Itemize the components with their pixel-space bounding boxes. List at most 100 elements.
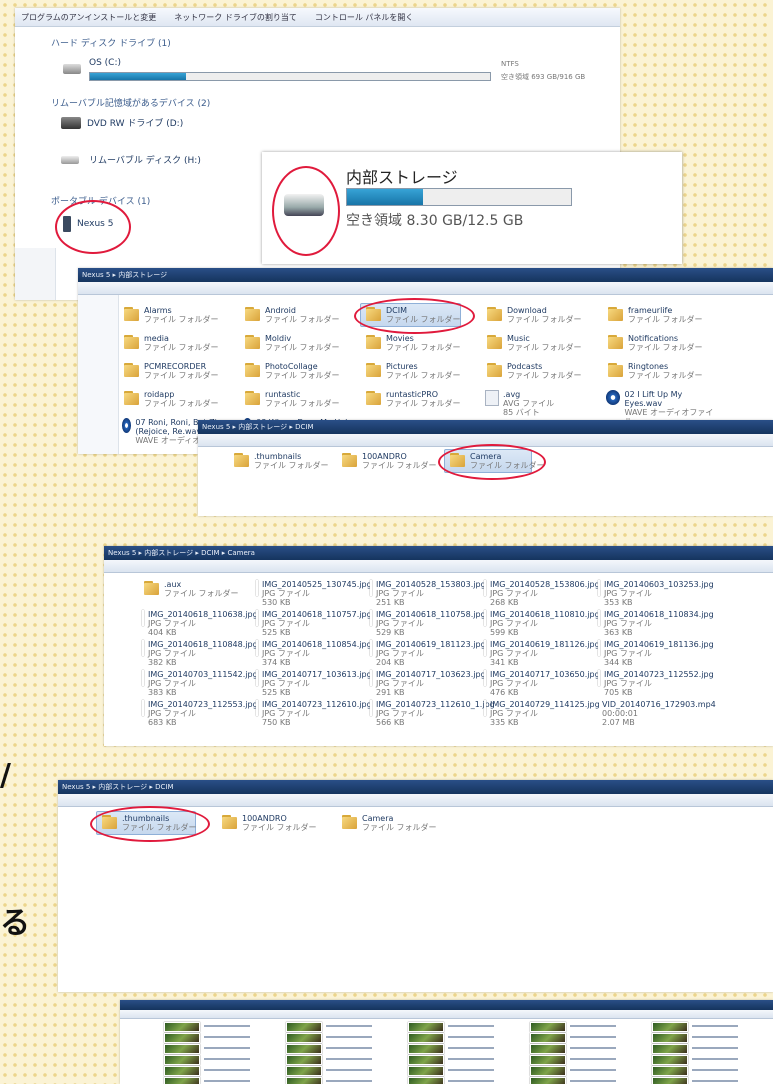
breadcrumb-item[interactable]: DCIM bbox=[201, 549, 219, 557]
thumbnail-icon bbox=[408, 1077, 444, 1084]
folder-item[interactable]: Camera ファイル フォルダー bbox=[340, 814, 452, 832]
item-name: IMG_20140717_103613.jpg bbox=[262, 670, 372, 679]
breadcrumb-item[interactable]: 内部ストレージ bbox=[118, 271, 167, 279]
folder-item[interactable]: 100ANDRO ファイル フォルダー bbox=[220, 814, 332, 832]
thumbnail-icon bbox=[164, 1055, 200, 1065]
portable-group-header[interactable]: ポータブル デバイス (1) bbox=[51, 194, 150, 207]
file-item[interactable]: IMG_20140528_153806.jpg JPG ファイル 268 KB bbox=[484, 580, 600, 607]
file-item[interactable]: IMG_20140618_110758.jpg JPG ファイル 529 KB bbox=[370, 610, 486, 637]
item-text: IMG_20140619_181136.jpg JPG ファイル 344 KB bbox=[604, 640, 714, 667]
folder-item[interactable]: Android ファイル フォルダー bbox=[243, 306, 356, 324]
file-item[interactable]: IMG_20140723_112552.jpg JPG ファイル 705 KB bbox=[598, 670, 714, 697]
folder-item[interactable]: 100ANDRO ファイル フォルダー bbox=[340, 452, 440, 470]
file-item[interactable]: IMG_20140525_130745.jpg JPG ファイル 530 KB bbox=[256, 580, 372, 607]
breadcrumb-item[interactable]: DCIM bbox=[155, 783, 173, 791]
file-item[interactable]: .avg AVG ファイル 85 バイト bbox=[485, 390, 598, 417]
folder-item[interactable]: Pictures ファイル フォルダー bbox=[364, 362, 477, 380]
file-item[interactable]: IMG_20140618_110638.jpg JPG ファイル 404 KB bbox=[142, 610, 258, 637]
nexus5-device[interactable]: Nexus 5 bbox=[63, 216, 113, 232]
file-item[interactable]: IMG_20140618_110834.jpg JPG ファイル 363 KB bbox=[598, 610, 714, 637]
file-item[interactable]: IMG_20140729_114125.jpg JPG ファイル 335 KB bbox=[484, 700, 600, 727]
item-size: 344 KB bbox=[604, 658, 633, 667]
breadcrumb-separator-icon: ▸ bbox=[193, 549, 202, 557]
file-item[interactable]: IMG_20140717_103613.jpg JPG ファイル 525 KB bbox=[256, 670, 372, 697]
uninstall-program-button[interactable]: プログラムのアンインストールと変更 bbox=[21, 12, 156, 23]
hdd-group-header[interactable]: ハード ディスク ドライブ (1) bbox=[51, 36, 171, 49]
folder-item[interactable]: runtasticPRO ファイル フォルダー bbox=[364, 390, 477, 408]
folder-item[interactable]: Alarms ファイル フォルダー bbox=[122, 306, 235, 324]
folder-item[interactable]: PhotoCollage ファイル フォルダー bbox=[243, 362, 356, 380]
removable-disk[interactable]: リムーバブル ディスク (H:) bbox=[61, 153, 201, 166]
folder-item[interactable]: Notifications ファイル フォルダー bbox=[606, 334, 719, 352]
folder-item[interactable]: Movies ファイル フォルダー bbox=[364, 334, 477, 352]
folder-item[interactable]: Ringtones ファイル フォルダー bbox=[606, 362, 719, 380]
breadcrumb[interactable]: Nexus 5 ▸ 内部ストレージ ▸ DCIM ▸ Camera bbox=[108, 549, 255, 557]
photo-thumbnail-icon bbox=[598, 670, 600, 686]
folder-item[interactable]: Moldiv ファイル フォルダー bbox=[243, 334, 356, 352]
folder-item[interactable]: .aux ファイル フォルダー bbox=[142, 580, 248, 598]
file-item[interactable]: IMG_20140618_110757.jpg JPG ファイル 525 KB bbox=[256, 610, 372, 637]
breadcrumb[interactable]: Nexus 5 ▸ 内部ストレージ ▸ DCIM bbox=[202, 423, 314, 431]
file-item[interactable]: IMG_20140619_181136.jpg JPG ファイル 344 KB bbox=[598, 640, 714, 667]
address-bar[interactable]: Nexus 5 ▸ 内部ストレージ ▸ DCIM bbox=[58, 780, 773, 794]
item-name: IMG_20140723_112553.jpg bbox=[148, 700, 258, 709]
breadcrumb-item[interactable]: Nexus 5 bbox=[108, 549, 136, 557]
breadcrumb-item[interactable]: 内部ストレージ bbox=[238, 423, 287, 431]
breadcrumb-item[interactable]: Nexus 5 bbox=[62, 783, 90, 791]
file-item[interactable]: IMG_20140618_110810.jpg JPG ファイル 599 KB bbox=[484, 610, 600, 637]
folder-item[interactable]: DCIM ファイル フォルダー bbox=[364, 306, 477, 324]
folder-item[interactable]: .thumbnails ファイル フォルダー bbox=[232, 452, 332, 470]
item-name: Alarms bbox=[144, 306, 172, 315]
breadcrumb-item[interactable]: 内部ストレージ bbox=[98, 783, 147, 791]
os-drive[interactable]: OS (C:) NTFS 空き領域 693 GB/916 GB bbox=[59, 56, 619, 92]
map-network-drive-button[interactable]: ネットワーク ドライブの割り当て bbox=[174, 12, 297, 23]
breadcrumb-item[interactable]: DCIM bbox=[295, 423, 313, 431]
folder-item[interactable]: media ファイル フォルダー bbox=[122, 334, 235, 352]
open-control-panel-button[interactable]: コントロール パネルを開く bbox=[315, 12, 414, 23]
internal-storage-popup[interactable]: 内部ストレージ 空き領域 8.30 GB/12.5 GB bbox=[262, 152, 682, 264]
dvd-drive[interactable]: DVD RW ドライブ (D:) bbox=[61, 116, 183, 129]
item-type: JPG ファイル bbox=[262, 619, 310, 628]
navigation-pane[interactable] bbox=[78, 295, 119, 454]
breadcrumb-item[interactable]: Camera bbox=[228, 549, 255, 557]
file-item[interactable]: IMG_20140717_103650.jpg JPG ファイル 476 KB bbox=[484, 670, 600, 697]
folder-item[interactable]: roidapp ファイル フォルダー bbox=[122, 390, 235, 408]
file-item[interactable]: IMG_20140528_153803.jpg JPG ファイル 251 KB bbox=[370, 580, 486, 607]
address-bar[interactable]: Nexus 5 ▸ 内部ストレージ ▸ DCIM bbox=[198, 420, 773, 434]
folder-item[interactable]: .thumbnails ファイル フォルダー bbox=[100, 814, 212, 832]
folder-item[interactable]: PCMRECORDER ファイル フォルダー bbox=[122, 362, 235, 380]
file-item[interactable]: IMG_20140618_110848.jpg JPG ファイル 382 KB bbox=[142, 640, 258, 667]
breadcrumb-item[interactable]: Nexus 5 bbox=[202, 423, 230, 431]
file-item[interactable]: IMG_20140703_111542.jpg JPG ファイル 383 KB bbox=[142, 670, 258, 697]
folder-item[interactable]: runtastic ファイル フォルダー bbox=[243, 390, 356, 408]
breadcrumb[interactable]: Nexus 5 ▸ 内部ストレージ ▸ DCIM bbox=[62, 783, 174, 791]
breadcrumb-item[interactable]: 内部ストレージ bbox=[144, 549, 193, 557]
file-item[interactable]: IMG_20140603_103253.jpg JPG ファイル 353 KB bbox=[598, 580, 714, 607]
storage-usage-bar bbox=[346, 188, 572, 206]
file-item[interactable]: IMG_20140619_181123.jpg JPG ファイル 204 KB bbox=[370, 640, 486, 667]
folder-item[interactable]: Camera ファイル フォルダー bbox=[448, 452, 548, 470]
address-bar[interactable]: Nexus 5 ▸ 内部ストレージ bbox=[78, 268, 773, 282]
item-name: IMG_20140618_110757.jpg bbox=[262, 610, 372, 619]
photo-thumbnail-icon bbox=[142, 670, 144, 686]
breadcrumb-separator-icon: ▸ bbox=[219, 549, 228, 557]
removable-group-header[interactable]: リムーバブル記憶域があるデバイス (2) bbox=[51, 96, 210, 109]
breadcrumb[interactable]: Nexus 5 ▸ 内部ストレージ bbox=[82, 271, 167, 279]
address-bar[interactable]: Nexus 5 ▸ 内部ストレージ ▸ DCIM ▸ Camera bbox=[104, 546, 773, 560]
audio-file-icon bbox=[606, 390, 621, 405]
file-item[interactable]: VID_20140716_172903.mp4 00:00:01 2.07 MB bbox=[598, 700, 716, 727]
folder-item[interactable]: Podcasts ファイル フォルダー bbox=[485, 362, 598, 380]
folder-item[interactable]: Music ファイル フォルダー bbox=[485, 334, 598, 352]
file-item[interactable]: IMG_20140618_110854.jpg JPG ファイル 374 KB bbox=[256, 640, 372, 667]
file-item[interactable]: IMG_20140723_112610_1.jpg JPG ファイル 566 KB bbox=[370, 700, 495, 727]
file-item[interactable]: IMG_20140717_103623.jpg JPG ファイル 291 KB bbox=[370, 670, 486, 697]
file-item[interactable]: IMG_20140619_181126.jpg JPG ファイル 341 KB bbox=[484, 640, 600, 667]
item-size: 525 KB bbox=[262, 688, 291, 697]
file-item[interactable]: IMG_20140723_112553.jpg JPG ファイル 683 KB bbox=[142, 700, 258, 727]
breadcrumb-item[interactable]: Nexus 5 bbox=[82, 271, 110, 279]
item-size: 404 KB bbox=[148, 628, 177, 637]
folder-item[interactable]: frameurlife ファイル フォルダー bbox=[606, 306, 719, 324]
address-bar[interactable] bbox=[120, 1000, 773, 1010]
folder-item[interactable]: Download ファイル フォルダー bbox=[485, 306, 598, 324]
file-item[interactable]: IMG_20140723_112610.jpg JPG ファイル 750 KB bbox=[256, 700, 372, 727]
